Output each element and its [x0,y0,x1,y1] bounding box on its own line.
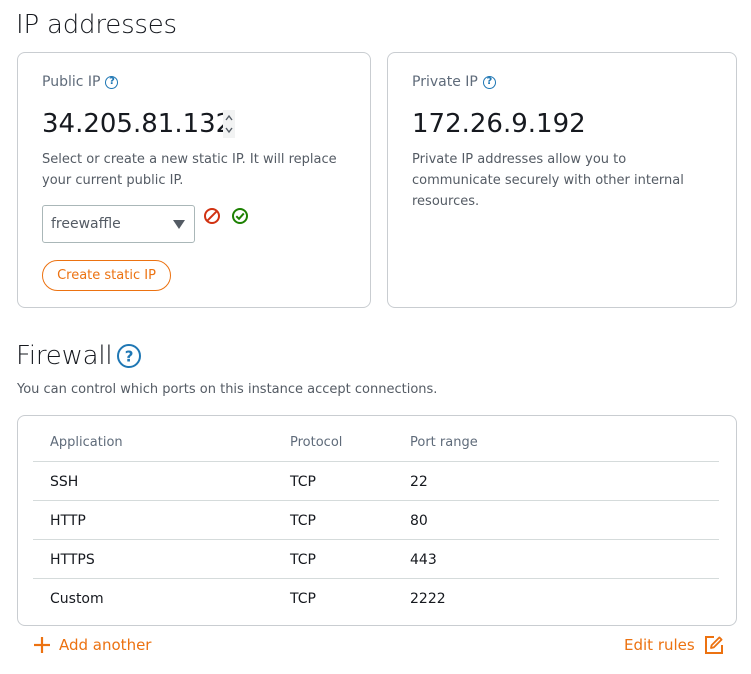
help-icon[interactable]: ? [116,343,142,369]
port-cell: 443 [410,551,437,568]
protocol-cell: TCP [290,551,316,568]
check-icon[interactable] [231,207,249,225]
ip-addresses-title: IP addresses [16,10,177,40]
column-header-port-range: Port range [410,435,478,450]
public-ip-description: Select or create a new static IP. It wil… [42,152,337,188]
edit-rules-label: Edit rules [624,636,695,654]
table-row: Custom TCP 2222 [33,578,719,618]
firewall-description: You can control which ports on this inst… [17,382,438,397]
private-ip-label-row: Private IP ? [412,74,496,90]
table-row: HTTP TCP 80 [33,500,719,540]
plus-icon [33,636,51,654]
column-header-protocol: Protocol [290,435,343,450]
port-cell: 80 [410,512,428,529]
static-ip-select-value: freewaffle [51,216,121,232]
private-ip-value: 172.26.9.192 [412,109,586,139]
private-ip-card: Private IP ? 172.26.9.192 Private IP add… [387,52,737,308]
protocol-cell: TCP [290,590,316,607]
help-icon[interactable]: ? [482,75,496,89]
application-cell: HTTP [50,512,86,529]
column-header-application: Application [50,435,123,450]
firewall-title-row: Firewall ? [16,341,142,371]
application-cell: SSH [50,473,79,490]
private-ip-label: Private IP [412,74,478,90]
application-cell: HTTPS [50,551,95,568]
application-cell: Custom [50,590,104,607]
table-row: SSH TCP 22 [33,461,719,501]
port-cell: 22 [410,473,428,490]
chevron-down-icon [173,220,185,229]
port-cell: 2222 [410,590,446,607]
firewall-title: Firewall [16,341,113,371]
public-ip-card: Public IP ? 34.205.81.132 Select or crea… [17,52,371,308]
help-icon[interactable]: ? [105,75,119,89]
add-another-button[interactable]: Add another [33,634,151,656]
stepper-icon[interactable] [223,110,235,138]
create-static-ip-button[interactable]: Create static IP [42,260,171,291]
svg-text:?: ? [125,348,134,366]
protocol-cell: TCP [290,512,316,529]
private-ip-description: Private IP addresses allow you to commun… [412,152,684,209]
add-another-label: Add another [59,636,152,654]
public-ip-label: Public IP [42,74,101,90]
public-ip-label-row: Public IP ? [42,74,119,90]
cancel-icon[interactable] [203,207,221,225]
static-ip-select[interactable]: freewaffle [42,205,195,243]
edit-icon [704,635,724,655]
protocol-cell: TCP [290,473,316,490]
public-ip-value: 34.205.81.132 [42,109,233,139]
edit-rules-button[interactable]: Edit rules [624,634,724,656]
table-row: HTTPS TCP 443 [33,539,719,579]
